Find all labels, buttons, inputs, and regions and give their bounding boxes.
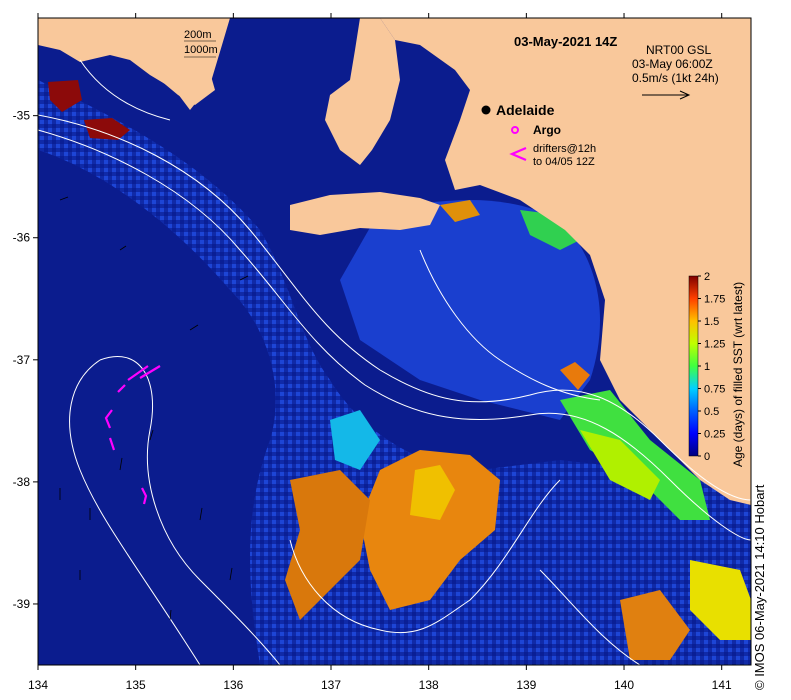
y-tick-label: -35 [13,109,31,123]
product-line-1: NRT00 GSL [646,43,711,57]
x-tick-label: 141 [712,678,732,692]
argo-label: Argo [533,123,561,137]
colorbar-tick-label: 0.25 [704,429,725,441]
product-line-2: 03-May 06:00Z [632,57,713,71]
y-axis: -35 -36 -37 -38 -39 [13,109,38,611]
y-tick-label: -39 [13,597,31,611]
colorbar-tick-label: 0.75 [704,384,725,396]
x-tick-label: 134 [28,678,48,692]
colorbar-tick-label: 1 [704,361,710,373]
city-dot [481,105,491,115]
colorbar-tick-label: 2 [704,271,710,283]
colorbar-tick-label: 0.5 [704,406,719,418]
map-title: 03-May-2021 14Z [514,34,617,49]
y-tick-label: -36 [13,231,31,245]
y-tick-label: -37 [13,353,31,367]
sst-age-map: Adelaide 03-May-2021 14Z NRT00 GSL 03-Ma… [13,13,752,692]
y-tick-label: -38 [13,475,31,489]
map-plot-area [38,18,751,665]
colorbar-tick-label: 0 [704,451,710,463]
x-tick-label: 138 [419,678,439,692]
x-tick-label: 137 [321,678,341,692]
drifters-label-1: drifters@12h [533,143,596,155]
drifters-label-2: to 04/05 12Z [533,156,595,168]
depth-legend-1000m: 1000m [184,44,218,56]
colorbar-tick-label: 1.5 [704,316,719,328]
credit-text: © IMOS 06-May-2021 14:10 Hobart [752,484,767,690]
colorbar-gradient [688,275,699,457]
x-tick-label: 140 [614,678,634,692]
colorbar-tick-label: 1.25 [704,339,725,351]
x-tick-label: 136 [223,678,243,692]
x-tick-label: 139 [516,678,536,692]
colorbar-tick-label: 1.75 [704,294,725,306]
colorbar-label: Age (days) of filled SST (wrt latest) [731,282,745,467]
product-line-3: 0.5m/s (1kt 24h) [632,71,719,85]
depth-legend-200m: 200m [184,29,212,41]
x-tick-label: 135 [126,678,146,692]
city-label: Adelaide [496,102,555,118]
